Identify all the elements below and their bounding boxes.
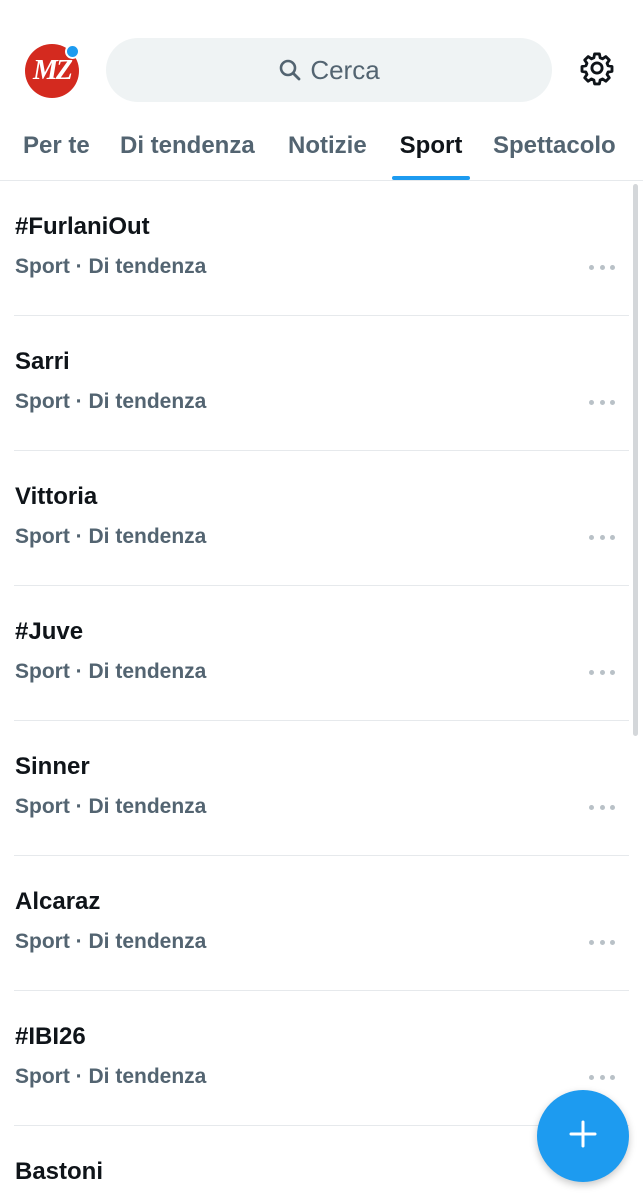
trend-meta: Sport · Di tendenza — [15, 255, 207, 278]
more-horizontal-icon[interactable] — [589, 797, 615, 817]
scrollbar[interactable] — [633, 184, 638, 736]
search-input[interactable]: Cerca — [106, 38, 552, 102]
trend-meta: Sport · Di tendenza — [15, 1065, 207, 1088]
trend-meta: Sport · Di tendenza — [15, 930, 207, 953]
avatar-logo-text: MZ — [33, 55, 73, 86]
settings-button[interactable] — [577, 50, 617, 90]
tab-label: Per te — [23, 132, 90, 159]
trend-title: Sinner — [15, 753, 90, 780]
tab-label: Notizie — [288, 132, 367, 159]
trend-item[interactable]: Alcaraz Sport · Di tendenza — [14, 856, 629, 991]
trend-meta: Sport · Di tendenza — [15, 390, 207, 413]
trend-item[interactable]: Sinner Sport · Di tendenza — [14, 721, 629, 856]
explore-header: MZ Cerca Per te Di tendenza Notizie Spor… — [0, 0, 643, 181]
explore-tabs: Per te Di tendenza Notizie Sport Spettac… — [0, 112, 643, 180]
trend-item[interactable]: #IBI26 Sport · Di tendenza — [14, 991, 629, 1126]
more-horizontal-icon[interactable] — [589, 932, 615, 952]
avatar[interactable]: MZ — [25, 44, 80, 98]
more-horizontal-icon[interactable] — [589, 1067, 615, 1087]
trend-meta: Sport · Di tendenza — [15, 525, 207, 548]
compose-button[interactable] — [537, 1090, 629, 1182]
trend-title: Bastoni — [15, 1158, 104, 1185]
trend-title: #Juve — [15, 618, 84, 645]
trend-meta: Sport · Di tendenza — [15, 660, 207, 683]
tab-notizie[interactable]: Notizie — [288, 112, 367, 180]
tab-di-tendenza[interactable]: Di tendenza — [120, 112, 255, 180]
trend-item[interactable]: #FurlaniOut Sport · Di tendenza — [14, 181, 629, 316]
notification-dot — [65, 44, 80, 59]
trend-item[interactable]: Sarri Sport · Di tendenza — [14, 316, 629, 451]
tab-label: Sport — [399, 132, 463, 159]
trend-title: Vittoria — [15, 483, 98, 510]
more-horizontal-icon[interactable] — [589, 392, 615, 412]
gear-icon — [579, 50, 615, 91]
explore-screen: MZ Cerca Per te Di tendenza Notizie Spor… — [0, 0, 643, 1200]
tab-label: Di tendenza — [120, 132, 255, 159]
trend-title: #IBI26 — [15, 1023, 86, 1050]
tab-per-te[interactable]: Per te — [23, 112, 90, 180]
trend-meta: Sport · Di tendenza — [15, 795, 207, 818]
tab-spettacolo[interactable]: Spettacolo — [493, 112, 616, 180]
trend-item[interactable]: Vittoria Sport · Di tendenza — [14, 451, 629, 586]
plus-icon — [568, 1119, 598, 1154]
trend-title: Sarri — [15, 348, 70, 375]
trend-title: #FurlaniOut — [15, 213, 150, 240]
more-horizontal-icon[interactable] — [589, 662, 615, 682]
trend-title: Alcaraz — [15, 888, 101, 915]
more-horizontal-icon[interactable] — [589, 527, 615, 547]
search-placeholder: Cerca — [310, 54, 380, 85]
trend-item[interactable]: #Juve Sport · Di tendenza — [14, 586, 629, 721]
more-horizontal-icon[interactable] — [589, 257, 615, 277]
active-tab-indicator — [392, 176, 470, 180]
trend-list: #FurlaniOut Sport · Di tendenza Sarri Sp… — [0, 181, 643, 1200]
tab-sport[interactable]: Sport — [392, 112, 470, 180]
search-icon — [278, 58, 302, 82]
tab-label: Spettacolo — [493, 132, 616, 159]
